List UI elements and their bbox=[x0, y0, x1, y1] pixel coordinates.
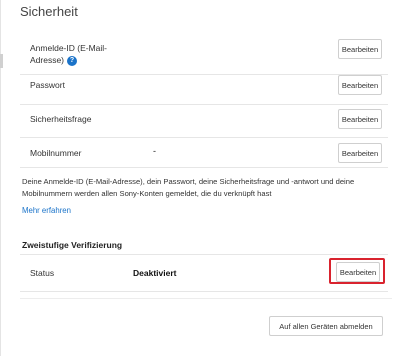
edit-security-question-button[interactable]: Bearbeiten bbox=[338, 109, 382, 129]
mobile-number-label: Mobilnummer bbox=[30, 148, 82, 158]
security-question-label: Sicherheitsfrage bbox=[30, 114, 92, 124]
sign-out-all-devices-button[interactable]: Auf allen Geräten abmelden bbox=[269, 316, 383, 336]
row-two-step-status: Status Deaktiviert Bearbeiten bbox=[20, 254, 388, 292]
left-tab-marker bbox=[0, 54, 3, 68]
learn-more-link[interactable]: Mehr erfahren bbox=[22, 206, 71, 215]
row-password: Passwort Bearbeiten bbox=[20, 74, 388, 105]
security-panel: Sicherheit Anmelde-ID (E-Mail-Adresse)? … bbox=[0, 0, 419, 356]
login-id-label-wrap: Anmelde-ID (E-Mail-Adresse)? bbox=[30, 42, 130, 66]
edit-password-button[interactable]: Bearbeiten bbox=[338, 75, 382, 95]
mobile-number-value: - bbox=[153, 146, 156, 156]
edit-mobile-number-button[interactable]: Bearbeiten bbox=[338, 143, 382, 163]
info-text: Deine Anmelde-ID (E-Mail-Adresse), dein … bbox=[22, 177, 355, 198]
question-mark-icon[interactable]: ? bbox=[67, 55, 78, 66]
edit-login-id-button[interactable]: Bearbeiten bbox=[338, 39, 382, 59]
bottom-divider bbox=[20, 298, 392, 299]
row-security-question: Sicherheitsfrage Bearbeiten bbox=[20, 104, 388, 138]
section-title: Sicherheit bbox=[20, 4, 78, 19]
password-label: Passwort bbox=[30, 80, 65, 90]
row-mobile-number: Mobilnummer - Bearbeiten bbox=[20, 137, 388, 168]
status-label: Status bbox=[30, 268, 55, 278]
row-login-id: Anmelde-ID (E-Mail-Adresse)? Bearbeiten bbox=[20, 34, 388, 75]
status-value: Deaktiviert bbox=[133, 268, 177, 278]
two-step-title: Zweistufige Verifizierung bbox=[22, 240, 123, 250]
edit-two-step-button[interactable]: Bearbeiten bbox=[336, 262, 380, 282]
